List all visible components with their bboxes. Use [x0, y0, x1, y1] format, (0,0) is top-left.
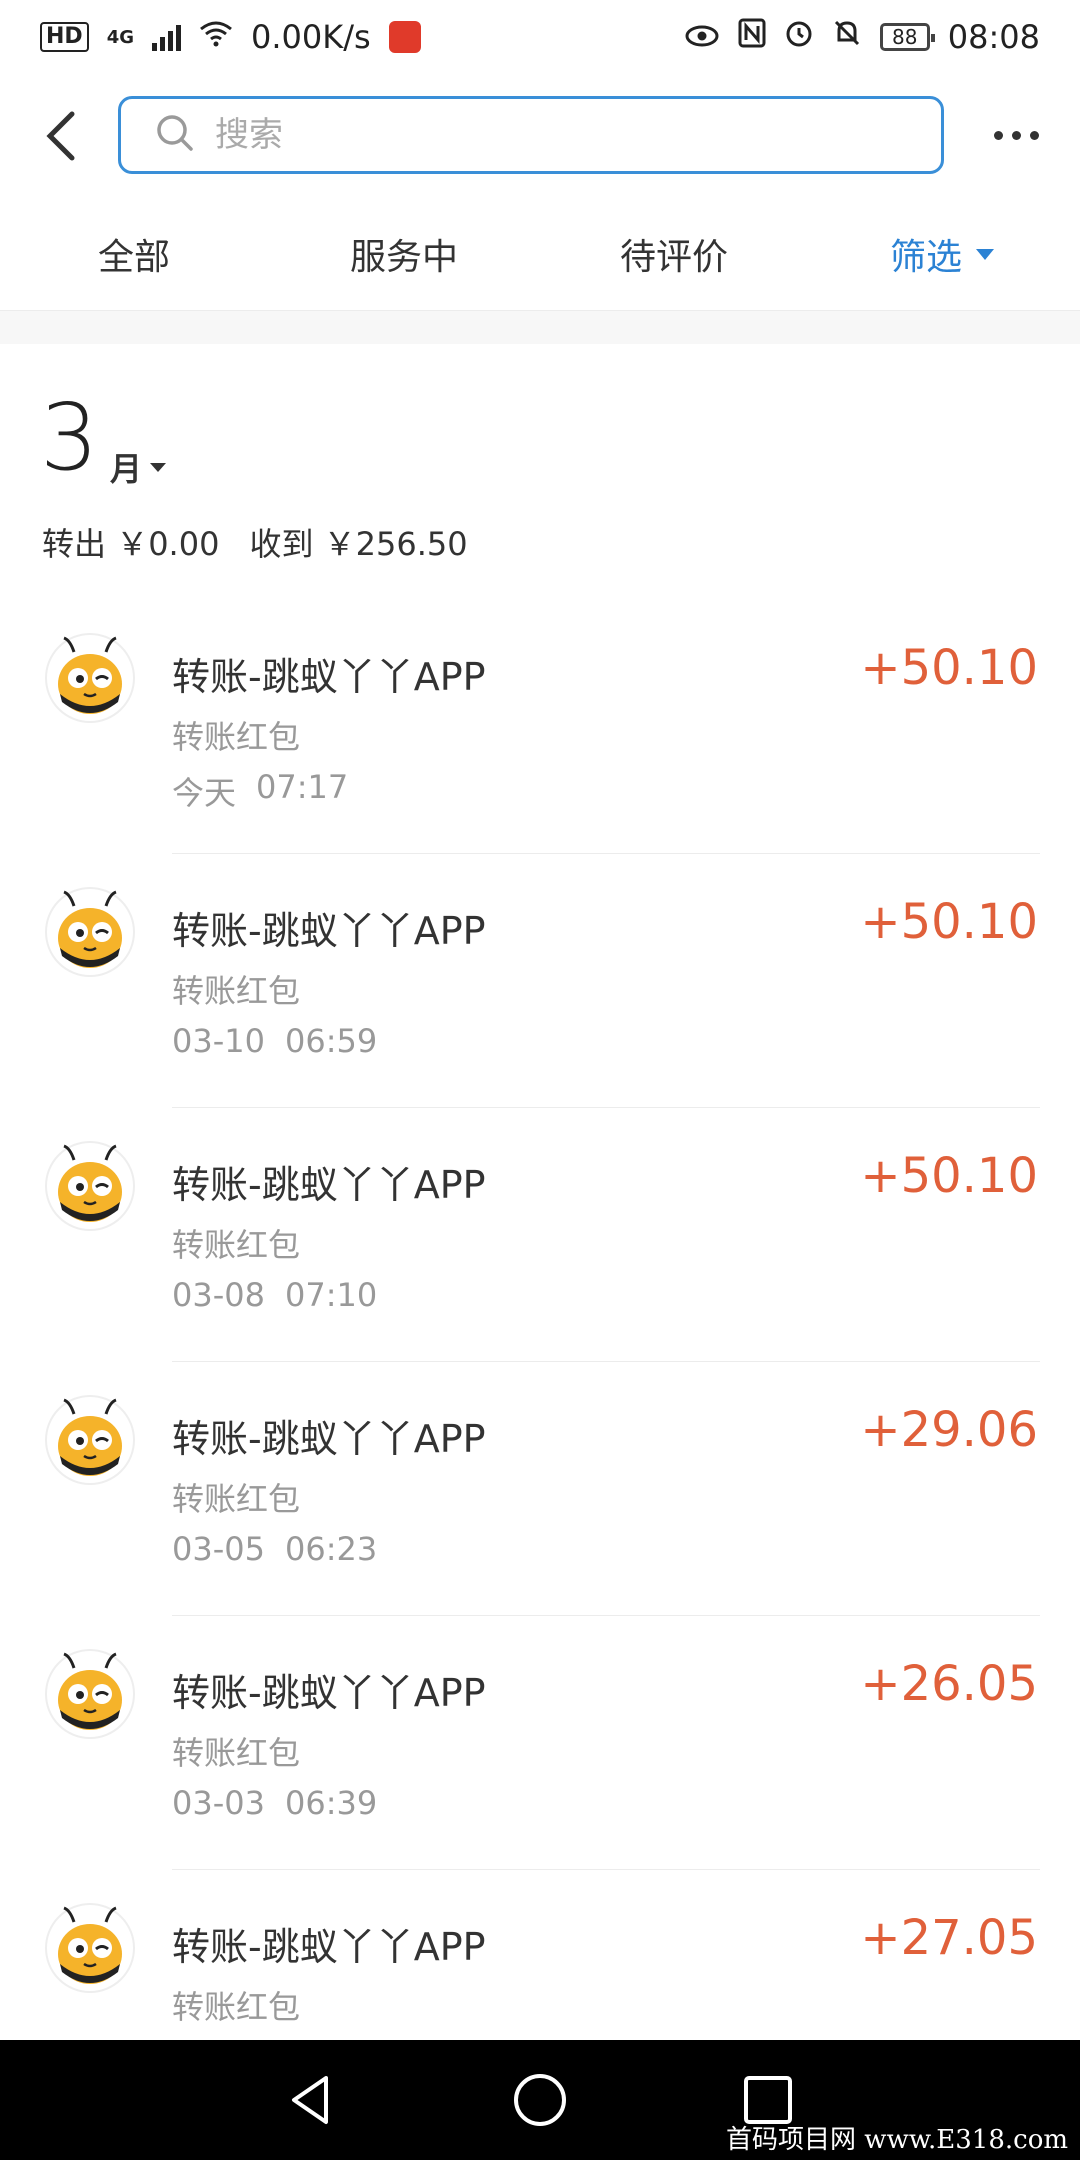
bee-avatar-icon: [44, 886, 136, 978]
search-header: [0, 74, 1080, 198]
bee-avatar-icon: [44, 1394, 136, 1486]
transaction-time: 06:23: [284, 1530, 378, 1568]
transaction-datetime: 今天 07:17: [172, 768, 348, 814]
out-amount: ￥0.00: [116, 525, 220, 563]
back-button[interactable]: [38, 104, 88, 168]
transaction-row[interactable]: 转账-跳蚁丫丫APP +50.10 转账红包 03-10 06:59: [0, 854, 1080, 1108]
month-dropdown-icon: [150, 462, 167, 472]
month-selector[interactable]: 月: [110, 444, 167, 490]
search-box[interactable]: [118, 96, 944, 174]
app-notification-icon: [388, 21, 421, 53]
triangle-back-icon: [292, 2076, 328, 2124]
tab-in-service[interactable]: 服务中: [350, 228, 458, 280]
transaction-amount: +29.06: [860, 1402, 1038, 1458]
hd-badge: HD: [40, 22, 89, 52]
network-type: 4G: [106, 26, 134, 48]
transaction-type: 转账红包: [172, 1480, 301, 1518]
transaction-datetime: 03-05 06:23: [172, 1530, 377, 1568]
transaction-date: 03-10: [172, 1022, 265, 1060]
nav-back-button[interactable]: [280, 2068, 344, 2132]
transaction-date: 03-08: [172, 1276, 265, 1314]
signal-icon: [152, 23, 181, 51]
bee-avatar-icon: [44, 1648, 136, 1740]
transaction-time: 06:59: [284, 1022, 378, 1060]
in-label: 收到: [249, 525, 314, 563]
out-label: 转出: [42, 525, 107, 563]
search-input[interactable]: [213, 114, 817, 156]
transaction-amount: +50.10: [860, 1148, 1038, 1204]
transaction-amount: +50.10: [860, 640, 1038, 696]
nav-home-button[interactable]: [508, 2068, 572, 2132]
search-icon: [155, 113, 195, 157]
transaction-type: 转账红包: [172, 1226, 301, 1264]
eye-icon: [684, 18, 720, 56]
transaction-amount: +27.05: [860, 1910, 1038, 1966]
bee-avatar-icon: [44, 1140, 136, 1232]
month-unit-label: 月: [110, 450, 143, 488]
more-menu-button[interactable]: [994, 120, 1050, 150]
mute-bell-icon: [832, 18, 862, 56]
transaction-time: 07:10: [284, 1276, 378, 1314]
transaction-amount: +50.10: [860, 894, 1038, 950]
back-arrow-icon: [46, 111, 75, 161]
alarm-icon: [784, 18, 814, 56]
transaction-amount: +26.05: [860, 1656, 1038, 1712]
transaction-row[interactable]: 转账-跳蚁丫丫APP +50.10 转账红包 03-08 07:10: [0, 1108, 1080, 1362]
circle-home-icon: [514, 2074, 566, 2126]
transaction-row[interactable]: 转账-跳蚁丫丫APP +50.10 转账红包 今天 07:17: [0, 600, 1080, 854]
transaction-list: 转账-跳蚁丫丫APP +50.10 转账红包 今天 07:17 转账-跳蚁丫丫AP…: [0, 600, 1080, 2040]
transaction-title: 转账-跳蚁丫丫APP: [172, 1163, 486, 1207]
filter-label: 筛选: [890, 237, 963, 278]
network-speed: 0.00K/s: [251, 18, 371, 56]
transaction-datetime: 03-08 07:10: [172, 1276, 377, 1314]
tab-bar: 全部 服务中 待评价 筛选: [0, 198, 1080, 311]
status-bar: HD 4G 0.00K/s 88 08:08: [0, 0, 1080, 74]
transaction-type: 转账红包: [172, 972, 301, 1010]
clock: 08:08: [947, 18, 1040, 56]
nfc-icon: [738, 18, 766, 56]
dropdown-arrow-icon: [976, 248, 995, 260]
transaction-date: 今天: [172, 774, 237, 812]
transaction-row[interactable]: 转账-跳蚁丫丫APP +26.05 转账红包 03-03 06:39: [0, 1616, 1080, 1870]
transaction-time: 07:17: [256, 768, 349, 806]
system-nav-bar: 首码项目网 www.E318.com: [0, 2040, 1080, 2160]
transaction-row[interactable]: 转账-跳蚁丫丫APP +29.06 转账红包 03-05 06:23: [0, 1362, 1080, 1616]
transaction-type: 转账红包: [172, 1988, 301, 2026]
tab-filter[interactable]: 筛选: [890, 228, 995, 280]
transaction-datetime: 03-10 06:59: [172, 1022, 377, 1060]
transaction-title: 转账-跳蚁丫丫APP: [172, 1925, 486, 1969]
transaction-title: 转账-跳蚁丫丫APP: [172, 655, 486, 699]
tab-to-review[interactable]: 待评价: [620, 228, 728, 280]
month-summary: 3 月 转出 ￥0.00 收到 ￥256.50: [0, 344, 1080, 601]
month-totals: 转出 ￥0.00 收到 ￥256.50: [42, 519, 468, 565]
watermark: 首码项目网 www.E318.com: [726, 2125, 1068, 2155]
transaction-type: 转账红包: [172, 718, 301, 756]
wifi-icon: [199, 19, 233, 55]
transaction-row[interactable]: 转账-跳蚁丫丫APP +27.05 转账红包: [0, 1870, 1080, 2040]
bee-avatar-icon: [44, 632, 136, 724]
tab-all[interactable]: 全部: [98, 228, 170, 280]
transaction-type: 转账红包: [172, 1734, 301, 1772]
transaction-date: 03-03: [172, 1784, 265, 1822]
transaction-title: 转账-跳蚁丫丫APP: [172, 1417, 486, 1461]
transaction-title: 转账-跳蚁丫丫APP: [172, 1671, 486, 1715]
in-amount: ￥256.50: [323, 525, 468, 563]
transaction-time: 06:39: [284, 1784, 378, 1822]
bee-avatar-icon: [44, 1902, 136, 1994]
battery-icon: 88: [879, 23, 935, 51]
transaction-title: 转账-跳蚁丫丫APP: [172, 909, 486, 953]
month-number: 3: [40, 384, 99, 491]
transaction-datetime: 03-03 06:39: [172, 1784, 377, 1822]
transaction-date: 03-05: [172, 1530, 265, 1568]
